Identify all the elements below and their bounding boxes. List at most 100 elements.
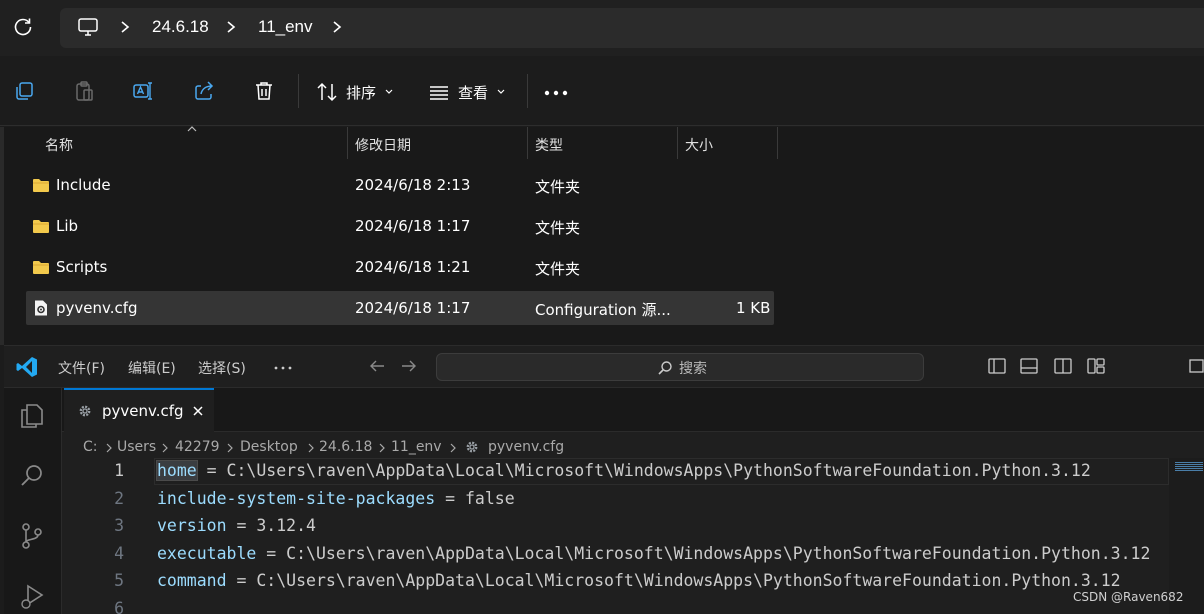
breadcrumb-users[interactable]: Users bbox=[117, 439, 156, 455]
chevron-right-icon[interactable] bbox=[224, 19, 238, 35]
command-center-search[interactable]: 搜索 bbox=[436, 353, 924, 381]
column-divider[interactable] bbox=[677, 127, 678, 159]
forward-arrow-icon[interactable] bbox=[400, 358, 418, 374]
file-modified: 2024/6/18 2:13 bbox=[355, 176, 471, 194]
breadcrumb-desktop[interactable]: Desktop bbox=[240, 439, 298, 455]
back-arrow-icon[interactable] bbox=[368, 358, 386, 374]
file-row-include[interactable]: Include 2024/6/18 2:13 文件夹 bbox=[26, 168, 774, 202]
sort-button[interactable]: 排序 bbox=[316, 80, 394, 104]
vscode-window: 文件(F) 编辑(E) 选择(S) 搜索 pyvenv.cfg C: Users… bbox=[4, 345, 1204, 614]
column-header-name[interactable]: 名称 bbox=[45, 135, 73, 155]
minimap-content bbox=[1175, 462, 1203, 472]
sort-ascending-icon bbox=[187, 126, 197, 132]
config-file-icon bbox=[35, 300, 47, 316]
search-placeholder: 搜索 bbox=[679, 361, 707, 377]
file-row-lib[interactable]: Lib 2024/6/18 1:17 文件夹 bbox=[26, 209, 774, 243]
left-scrollbar[interactable] bbox=[0, 127, 4, 345]
close-icon[interactable] bbox=[192, 405, 204, 417]
chevron-right-icon[interactable] bbox=[330, 19, 344, 35]
chevron-right-icon[interactable] bbox=[118, 19, 132, 35]
code-value: = 3.12.4 bbox=[226, 516, 316, 535]
chevron-down-icon bbox=[497, 89, 505, 94]
activity-bar bbox=[4, 388, 62, 614]
file-modified: 2024/6/18 1:21 bbox=[355, 258, 471, 276]
this-pc-icon[interactable] bbox=[78, 18, 98, 36]
tab-title: pyvenv.cfg bbox=[102, 402, 184, 420]
code-value: = C:\Users\raven\AppData\Local\Microsoft… bbox=[226, 571, 1121, 590]
more-options-icon[interactable] bbox=[544, 90, 568, 96]
chevron-right-icon bbox=[162, 443, 168, 453]
chevron-right-icon bbox=[106, 443, 112, 453]
column-header-modified[interactable]: 修改日期 bbox=[355, 135, 411, 155]
vscode-titlebar: 文件(F) 编辑(E) 选择(S) 搜索 bbox=[4, 346, 1204, 388]
code-value: = C:\Users\raven\AppData\Local\Microsoft… bbox=[256, 544, 1151, 563]
customize-layout-icon[interactable] bbox=[1087, 357, 1105, 375]
chevron-right-icon bbox=[450, 443, 456, 453]
delete-icon[interactable] bbox=[253, 80, 275, 102]
line-number: 2 bbox=[114, 489, 124, 508]
code-line: include-system-site-packages = false bbox=[157, 489, 515, 508]
folder-icon bbox=[33, 220, 49, 233]
source-control-icon[interactable] bbox=[18, 522, 46, 550]
file-row-scripts[interactable]: Scripts 2024/6/18 1:21 文件夹 bbox=[26, 250, 774, 284]
watermark: CSDN @Raven682 bbox=[1073, 590, 1184, 604]
view-button[interactable]: 查看 bbox=[428, 80, 506, 104]
breadcrumb-folder-24-6-18[interactable]: 24.6.18 bbox=[319, 439, 372, 455]
more-menus-icon[interactable] bbox=[274, 366, 292, 370]
column-header-size[interactable]: 大小 bbox=[685, 135, 713, 155]
settings-file-icon bbox=[466, 441, 478, 453]
search-icon[interactable] bbox=[18, 462, 46, 490]
sort-label: 排序 bbox=[346, 83, 377, 102]
view-label: 查看 bbox=[458, 83, 489, 102]
breadcrumb-drive[interactable]: C: bbox=[83, 439, 98, 455]
code-key: executable bbox=[157, 544, 257, 563]
line-number: 6 bbox=[114, 599, 124, 614]
toggle-panel-icon[interactable] bbox=[1020, 357, 1038, 375]
file-type: 文件夹 bbox=[535, 260, 581, 278]
copy-icon[interactable] bbox=[13, 80, 35, 102]
file-name: Scripts bbox=[56, 258, 108, 276]
breadcrumb-file[interactable]: pyvenv.cfg bbox=[488, 439, 564, 455]
explorer-icon[interactable] bbox=[18, 402, 46, 430]
sort-icon bbox=[317, 82, 337, 102]
file-modified: 2024/6/18 1:17 bbox=[355, 299, 471, 317]
refresh-icon[interactable] bbox=[12, 16, 34, 38]
file-name: Lib bbox=[56, 217, 79, 235]
chevron-right-icon bbox=[227, 443, 233, 453]
column-divider[interactable] bbox=[347, 127, 348, 159]
file-modified: 2024/6/18 1:17 bbox=[355, 217, 471, 235]
toolbar-divider bbox=[527, 74, 528, 108]
toggle-secondary-sidebar-icon[interactable] bbox=[1054, 357, 1072, 375]
breadcrumb-24-6-18[interactable]: 24.6.18 bbox=[152, 17, 209, 37]
address-bar[interactable]: 24.6.18 11_env bbox=[60, 8, 1204, 48]
code-value: = C:\Users\raven\AppData\Local\Microsoft… bbox=[196, 461, 1091, 480]
command-bar: 排序 查看 bbox=[0, 56, 1204, 126]
column-divider[interactable] bbox=[777, 127, 778, 159]
share-icon[interactable] bbox=[193, 80, 215, 102]
menu-file[interactable]: 文件(F) bbox=[58, 358, 105, 378]
rename-icon[interactable] bbox=[132, 80, 154, 102]
run-and-debug-icon[interactable] bbox=[18, 582, 46, 610]
settings-file-icon bbox=[79, 405, 91, 417]
breadcrumb-folder-11-env[interactable]: 11_env bbox=[391, 439, 442, 455]
breadcrumb-11-env[interactable]: 11_env bbox=[258, 17, 313, 37]
toolbar-divider bbox=[298, 74, 299, 108]
folder-icon bbox=[33, 179, 49, 192]
tab-pyvenv-cfg[interactable]: pyvenv.cfg bbox=[64, 388, 214, 432]
line-number: 3 bbox=[114, 516, 124, 535]
chevron-right-icon bbox=[308, 443, 314, 453]
code-line: command = C:\Users\raven\AppData\Local\M… bbox=[157, 571, 1121, 590]
menu-edit[interactable]: 编辑(E) bbox=[128, 358, 176, 378]
file-row-pyvenv-cfg[interactable]: pyvenv.cfg 2024/6/18 1:17 Configuration … bbox=[26, 291, 774, 325]
maximize-icon[interactable] bbox=[1188, 357, 1204, 375]
toggle-primary-sidebar-icon[interactable] bbox=[988, 357, 1006, 375]
paste-icon[interactable] bbox=[73, 80, 95, 102]
column-divider[interactable] bbox=[527, 127, 528, 159]
code-key: version bbox=[157, 516, 227, 535]
breadcrumb-user-id[interactable]: 42279 bbox=[175, 439, 220, 455]
editor-tabs: pyvenv.cfg bbox=[62, 388, 1204, 432]
code-editor[interactable]: 1 home = C:\Users\raven\AppData\Local\Mi… bbox=[62, 458, 1169, 614]
menu-selection[interactable]: 选择(S) bbox=[198, 358, 246, 378]
column-header-type[interactable]: 类型 bbox=[535, 135, 563, 155]
file-size: 1 KB bbox=[736, 299, 771, 317]
